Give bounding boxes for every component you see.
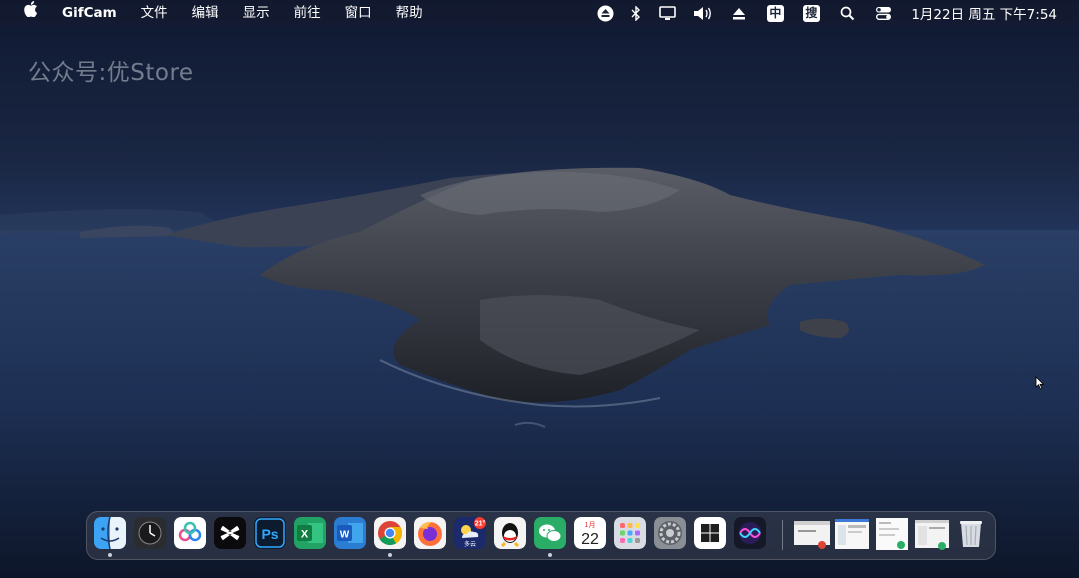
siri-icon[interactable] — [734, 517, 766, 549]
menu-file[interactable]: 文件 — [129, 0, 180, 26]
photoshop-label: Ps — [261, 526, 278, 542]
trash-icon[interactable] — [955, 517, 987, 549]
wechat-icon[interactable] — [534, 517, 566, 549]
excel-icon[interactable]: X — [294, 517, 326, 549]
control-center-icon[interactable] — [865, 0, 901, 26]
weather-badge: 21° — [475, 520, 486, 528]
volume-icon[interactable] — [685, 0, 721, 26]
mouse-cursor-icon — [1035, 376, 1045, 390]
calendar-day: 22 — [581, 531, 599, 548]
display-icon[interactable] — [649, 0, 685, 26]
eject-icon[interactable] — [721, 0, 757, 26]
finder-icon[interactable] — [94, 517, 126, 549]
menu-view[interactable]: 显示 — [231, 0, 282, 26]
wechat-running-indicator — [548, 553, 552, 557]
qq-icon[interactable] — [494, 517, 526, 549]
watermark-text: 公众号:优Store — [28, 60, 194, 86]
launchpad-icon[interactable] — [614, 517, 646, 549]
system-preferences-icon[interactable] — [654, 517, 686, 549]
menu-edit[interactable]: 编辑 — [180, 0, 231, 26]
minimized-window-thumbnail[interactable] — [793, 517, 831, 551]
search-icon[interactable] — [829, 0, 865, 26]
ime-label: 中 — [766, 4, 784, 22]
finder-running-indicator — [108, 553, 112, 557]
menu-bar: GifCam 文件 编辑 显示 前往 窗口 帮助 中 搜 1月22日 周五 下午… — [0, 0, 1079, 26]
menu-clock[interactable]: 1月22日 周五 下午7:54 — [901, 3, 1079, 23]
sogou-icon[interactable]: 搜 — [793, 0, 829, 26]
baidu-netdisk-icon[interactable] — [174, 517, 206, 549]
parallels-windows-icon[interactable] — [694, 517, 726, 549]
chrome-icon[interactable] — [374, 517, 406, 549]
bluetooth-icon[interactable] — [623, 0, 649, 26]
weather-caption: 多云 — [464, 540, 476, 548]
ime-icon[interactable]: 中 — [757, 0, 793, 26]
excel-label: X — [301, 529, 309, 541]
menu-window[interactable]: 窗口 — [333, 0, 384, 26]
desktop: 公众号:优Store GifCam 文件 编辑 显示 前往 窗口 帮助 中 搜 … — [0, 0, 1079, 578]
minimized-window-thumbnail[interactable] — [914, 517, 950, 551]
firefox-icon[interactable] — [414, 517, 446, 549]
calendar-month: 1月 — [585, 521, 596, 529]
clock-app-icon[interactable] — [134, 517, 166, 549]
minimized-window-thumbnail[interactable] — [875, 517, 909, 551]
dock-separator — [782, 520, 783, 550]
calendar-icon[interactable]: 1月 22 — [574, 517, 606, 549]
photoshop-icon[interactable]: Ps — [254, 517, 286, 549]
sogou-label: 搜 — [802, 4, 820, 22]
weather-app-icon[interactable]: 多云 21° — [454, 517, 486, 549]
dock: Ps X W 多云 21° 1月 22 — [86, 511, 996, 560]
apple-menu-icon[interactable] — [0, 0, 50, 26]
menu-help[interactable]: 帮助 — [384, 0, 435, 26]
word-label: W — [340, 530, 350, 541]
chrome-running-indicator — [388, 553, 392, 557]
capcut-icon[interactable] — [214, 517, 246, 549]
eject-circle-icon[interactable] — [587, 0, 623, 26]
menu-app-name[interactable]: GifCam — [50, 0, 129, 26]
menu-go[interactable]: 前往 — [282, 0, 333, 26]
word-icon[interactable]: W — [334, 517, 366, 549]
minimized-window-thumbnail[interactable] — [834, 517, 870, 551]
